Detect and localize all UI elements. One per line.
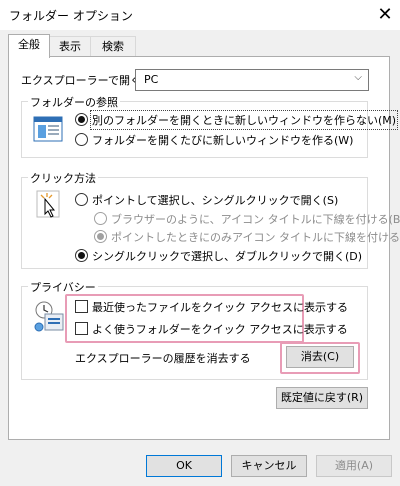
tab-view[interactable]: 表示	[48, 36, 92, 57]
radio-indicator	[75, 133, 88, 146]
single-click-label: ポイントして選択し、シングルクリックで開く(S)	[92, 194, 339, 207]
radio-indicator	[75, 193, 88, 206]
close-icon[interactable]: ✕	[374, 4, 396, 26]
checkbox-indicator	[75, 300, 88, 313]
tab-general[interactable]: 全般	[8, 34, 50, 58]
window-icon	[33, 116, 63, 142]
recent-files-label: 最近使ったファイルをクイック アクセスに表示する	[92, 301, 348, 314]
click-items-legend: クリック方法	[28, 170, 98, 186]
title-bar: フォルダー オプション ✕	[0, 0, 400, 30]
chevron-down-icon: ⌵	[354, 72, 362, 83]
pointer-click-icon	[36, 190, 60, 218]
recent-files-checkbox[interactable]: 最近使ったファイルをクイック アクセスに表示する	[75, 299, 348, 315]
radio-indicator	[94, 212, 107, 225]
underline-on-point-label: ポイントしたときにのみアイコン タイトルに下線を付ける(P)	[111, 231, 400, 244]
ok-button[interactable]: OK	[146, 455, 222, 477]
open-explorer-value: PC	[144, 73, 159, 86]
underline-always-radio[interactable]: ブラウザーのように、アイコン タイトルに下線を付ける(B)	[94, 211, 400, 227]
clear-history-button[interactable]: 消去(C)	[286, 346, 354, 368]
radio-indicator	[75, 113, 88, 126]
underline-always-label: ブラウザーのように、アイコン タイトルに下線を付ける(B)	[111, 213, 400, 226]
browse-same-window-radio[interactable]: 別のフォルダーを開くときに新しいウィンドウを作らない(M)	[75, 110, 399, 130]
checkbox-indicator	[75, 322, 88, 335]
privacy-legend: プライバシー	[28, 279, 98, 295]
double-click-radio[interactable]: シングルクリックで選択し、ダブルクリックで開く(D)	[75, 248, 365, 264]
single-click-radio[interactable]: ポイントして選択し、シングルクリックで開く(S)	[75, 192, 365, 208]
open-explorer-select[interactable]: PC ⌵	[135, 69, 369, 91]
open-explorer-label: エクスプローラーで開く:	[21, 74, 145, 87]
tab-search[interactable]: 検索	[90, 36, 136, 57]
tab-view-label: 表示	[59, 40, 81, 53]
radio-indicator	[75, 249, 88, 262]
window-title: フォルダー オプション	[9, 9, 133, 23]
frequent-folders-checkbox[interactable]: よく使うフォルダーをクイック アクセスに表示する	[75, 321, 348, 337]
browse-folders-legend: フォルダーの参照	[28, 94, 120, 110]
browse-same-window-label: 別のフォルダーを開くときに新しいウィンドウを作らない(M)	[89, 110, 399, 130]
double-click-label: シングルクリックで選択し、ダブルクリックで開く(D)	[92, 250, 363, 263]
underline-on-point-radio[interactable]: ポイントしたときにのみアイコン タイトルに下線を付ける(P)	[94, 229, 400, 245]
restore-defaults-button[interactable]: 既定値に戻す(R)	[276, 387, 368, 409]
privacy-icon	[34, 301, 64, 332]
browse-new-window-label: フォルダーを開くたびに新しいウィンドウを作る(W)	[92, 134, 354, 147]
tab-search-label: 検索	[102, 40, 124, 53]
radio-indicator	[94, 230, 107, 243]
tab-general-label: 全般	[18, 38, 40, 51]
apply-button[interactable]: 適用(A)	[316, 455, 392, 477]
browse-new-window-radio[interactable]: フォルダーを開くたびに新しいウィンドウを作る(W)	[75, 132, 365, 148]
clear-history-label: エクスプローラーの履歴を消去する	[75, 352, 251, 365]
cancel-button[interactable]: キャンセル	[231, 455, 307, 477]
frequent-folders-label: よく使うフォルダーをクイック アクセスに表示する	[92, 323, 348, 336]
